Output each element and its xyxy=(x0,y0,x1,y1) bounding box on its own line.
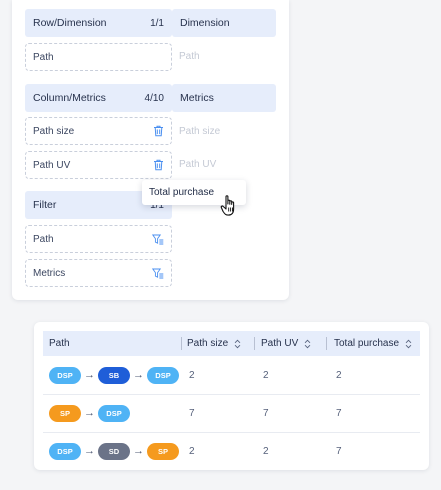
field-label: Path UV xyxy=(33,159,71,171)
path-chip-sd: SD xyxy=(98,442,130,460)
table-row[interactable]: DSP → SD → SP 2 2 7 xyxy=(43,432,420,470)
total-purchase-cell: 7 xyxy=(336,445,342,457)
column-divider xyxy=(254,337,255,350)
filter-label: Filter xyxy=(33,199,57,211)
field-label: Path xyxy=(33,51,54,63)
column-header-label: Path size xyxy=(187,338,229,349)
filter-field-path[interactable]: Path xyxy=(25,225,172,253)
filter-icon[interactable] xyxy=(152,234,164,245)
column-metrics-field-path-uv[interactable]: Path UV xyxy=(25,151,172,179)
arrow-right-icon: → xyxy=(84,445,95,457)
column-metrics-count: 4/10 xyxy=(144,92,164,104)
path-size-cell: 2 xyxy=(189,445,195,457)
sort-icon[interactable] xyxy=(405,339,412,349)
path-uv-cell: 7 xyxy=(263,407,269,419)
column-header-label: Path UV xyxy=(261,338,299,349)
field-label: Path size xyxy=(33,125,75,137)
path-chip-dsp: DSP xyxy=(98,404,130,422)
trash-icon[interactable] xyxy=(153,125,164,137)
sort-icon[interactable] xyxy=(234,339,241,349)
total-purchase-cell: 2 xyxy=(336,369,342,381)
column-divider xyxy=(326,337,327,350)
drag-tooltip-label: Total purchase xyxy=(149,187,215,198)
chart-config-panel: Row/Dimension 1/1 Path Dimension Path Co… xyxy=(12,0,289,300)
column-metrics-header: Column/Metrics 4/10 xyxy=(25,84,172,112)
path-cell: DSP → SB → DSP xyxy=(49,356,179,394)
sort-icon[interactable] xyxy=(304,339,311,349)
path-uv-cell: 2 xyxy=(263,445,269,457)
row-dimension-header: Row/Dimension 1/1 xyxy=(25,9,172,37)
column-header-path-size[interactable]: Path size xyxy=(187,331,241,356)
dimension-header: Dimension xyxy=(172,9,276,37)
hand-pointer-icon xyxy=(219,193,243,224)
column-metrics-label: Column/Metrics xyxy=(33,92,106,104)
column-header-path-uv[interactable]: Path UV xyxy=(261,331,311,356)
metrics-placeholder-path-uv: Path UV xyxy=(179,159,217,170)
arrow-right-icon: → xyxy=(84,369,95,381)
path-cell: DSP → SD → SP xyxy=(49,432,179,470)
path-chip-sp: SP xyxy=(49,404,81,422)
path-table: Path Path size Path UV Total purchase DS… xyxy=(34,322,429,470)
column-header-total-purchase[interactable]: Total purchase xyxy=(334,331,412,356)
dimension-placeholder-path: Path xyxy=(179,51,200,62)
metrics-placeholder-path-size: Path size xyxy=(179,126,221,137)
arrow-right-icon: → xyxy=(133,445,144,457)
table-header: Path Path size Path UV Total purchase xyxy=(43,331,420,356)
path-size-cell: 7 xyxy=(189,407,195,419)
path-cell: SP → DSP xyxy=(49,394,130,432)
column-header-label: Path xyxy=(49,338,70,349)
row-dimension-count: 1/1 xyxy=(150,17,164,29)
total-purchase-cell: 7 xyxy=(336,407,342,419)
path-chip-sb: SB xyxy=(98,366,130,384)
metrics-label: Metrics xyxy=(180,92,214,104)
path-uv-cell: 2 xyxy=(263,369,269,381)
filter-field-metrics[interactable]: Metrics xyxy=(25,259,172,287)
path-chip-dsp: DSP xyxy=(49,366,81,384)
row-dimension-label: Row/Dimension xyxy=(33,17,107,29)
table-row[interactable]: DSP → SB → DSP 2 2 2 xyxy=(43,356,420,395)
column-metrics-field-path-size[interactable]: Path size xyxy=(25,117,172,145)
arrow-right-icon: → xyxy=(84,407,95,419)
path-chip-dsp: DSP xyxy=(147,366,179,384)
path-chip-sp: SP xyxy=(147,442,179,460)
dimension-label: Dimension xyxy=(180,17,230,29)
arrow-right-icon: → xyxy=(133,369,144,381)
path-chip-dsp: DSP xyxy=(49,442,81,460)
row-dimension-field-path[interactable]: Path xyxy=(25,43,172,71)
column-header-label: Total purchase xyxy=(334,338,400,349)
column-divider xyxy=(181,337,182,350)
trash-icon[interactable] xyxy=(153,159,164,171)
table-row[interactable]: SP → DSP 7 7 7 xyxy=(43,394,420,433)
metrics-header: Metrics xyxy=(172,84,276,112)
filter-icon[interactable] xyxy=(152,268,164,279)
field-label: Metrics xyxy=(33,267,66,279)
column-header-path: Path xyxy=(49,331,70,356)
field-label: Path xyxy=(33,233,54,245)
path-size-cell: 2 xyxy=(189,369,195,381)
